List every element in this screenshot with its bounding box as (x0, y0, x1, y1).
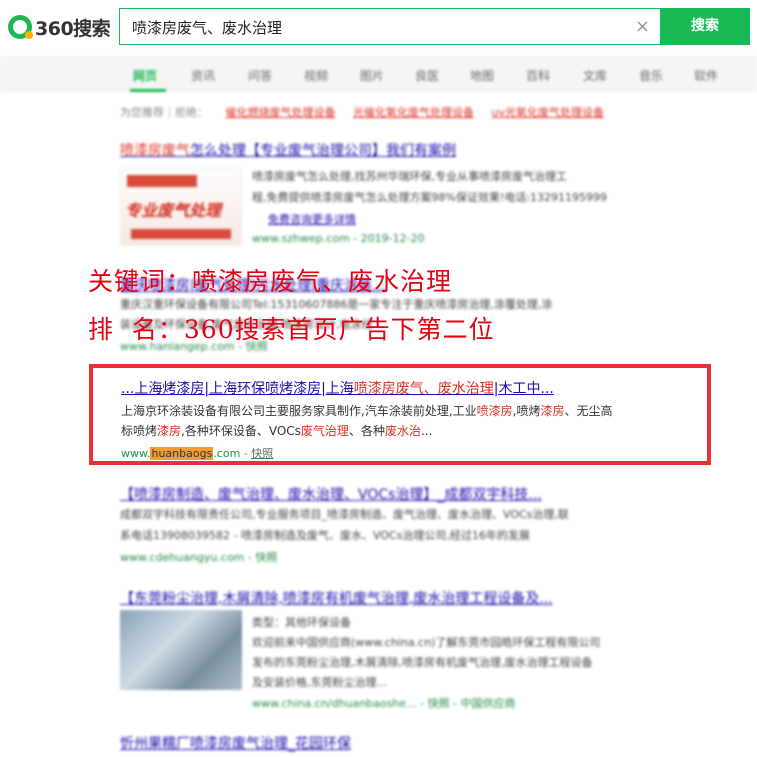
result-title[interactable]: 【喷漆房制造、废气治理、废水治理、VOCs治理】_成都双宇科技... (120, 484, 542, 504)
tab-map[interactable]: 地图 (470, 67, 494, 84)
tab-web[interactable]: 网页 (133, 67, 157, 84)
snippet-highlight: 漆房 (540, 404, 565, 418)
highlighted-result-title[interactable]: ...上海烤漆房|上海环保喷烤漆房|上海喷漆房废气、废水治理|木工中... (121, 378, 554, 398)
active-tab-indicator (130, 89, 166, 92)
search-results-page: 360搜索 喷漆房废气、废水治理 × 搜索 网页 资讯 问答 视频 图片 良医 … (0, 0, 757, 757)
snippet-text: ,喷烤 (512, 404, 541, 418)
tab-music[interactable]: 音乐 (639, 67, 663, 84)
result-title-highlight: 喷漆房废气 (120, 143, 190, 159)
highlighted-result-url[interactable]: www.huanbaogs.com - 快照 (121, 445, 273, 461)
snippet-highlight: 废水治 (384, 424, 421, 438)
tab-images[interactable]: 图片 (360, 67, 384, 84)
snippet-text: ... (420, 424, 433, 438)
result-snippet: 及安装价格,东莞粉尘治理... (252, 676, 387, 689)
clear-icon[interactable]: × (635, 16, 650, 37)
logo-icon (8, 15, 33, 39)
search-button[interactable]: 搜索 (660, 8, 750, 45)
result-url[interactable]: www.szhwep.com - 2019-12-20 (252, 232, 425, 245)
ad-image[interactable]: 专业废气处理 (120, 168, 242, 246)
snippet-text: ,各种环保设备、VOCs (181, 424, 301, 438)
snippet-text: 、各种 (348, 424, 385, 438)
url-separator: - (240, 447, 252, 460)
snippet-text: 标喷烤 (121, 424, 158, 438)
result-thumbnail[interactable] (120, 610, 242, 690)
search-input[interactable]: 喷漆房废气、废水治理 × (119, 8, 660, 45)
snippet-highlight: 漆房 (157, 424, 182, 438)
result-title[interactable]: 【东莞粉尘治理,木屑清除,喷漆房有机废气治理,废水治理工程设备及... (120, 588, 553, 608)
result-snippet: 发布的东莞粉尘治理,木屑清除,喷漆房有机废气治理,废水治理工程设备 (252, 656, 593, 669)
result-url[interactable]: www.cdehuangyu.com - 快照 (120, 549, 277, 565)
suggestion-link[interactable]: 光催化氧化废气处理设备 (353, 106, 474, 119)
header: 360搜索 喷漆房废气、废水治理 × 搜索 (0, 0, 757, 56)
title-text: |木工中... (493, 381, 554, 397)
tab-baike[interactable]: 百科 (526, 67, 550, 84)
ad-image-text: 专业废气处理 (125, 201, 222, 220)
tab-wenku[interactable]: 文库 (583, 67, 607, 84)
nav-tabs: 网页 资讯 问答 视频 图片 良医 地图 百科 文库 音乐 软件 (0, 56, 757, 92)
result-snippet: 程,免费提供喷漆房废气怎么处理方案98%保证效果!电话:13291195999 (252, 191, 608, 204)
result-url[interactable]: www.china.cn/dhuanbaoshe... - 快照 - 中国供应商 (252, 695, 515, 711)
highlighted-result-snippet: 上海京环涂装设备有限公司主要服务家具制作,汽车涂装前处理,工业喷漆房,喷烤漆房、… (121, 401, 666, 421)
suggestion-link[interactable]: uv光氧化废气处理设备 (492, 106, 604, 119)
result-snippet: 类型：其他环保设备 (252, 616, 351, 629)
result-title-text: 怎么处理【专业废气治理公司】我们有案例 (190, 143, 456, 159)
url-text: .com (213, 447, 241, 460)
ad-image-bar (131, 229, 231, 239)
snippet-text: 上海京环涂装设备有限公司主要服务家具制作,汽车涂装前处理,工业 (121, 404, 477, 418)
search-query[interactable]: 喷漆房废气、废水治理 (132, 17, 282, 38)
tab-news[interactable]: 资讯 (191, 67, 215, 84)
logo[interactable]: 360搜索 (8, 12, 111, 42)
result-sublink[interactable]: 免费咨询更多详情 (268, 211, 356, 227)
snapshot-link[interactable]: 快照 (251, 447, 273, 460)
tab-video[interactable]: 视频 (304, 67, 328, 84)
snippet-highlight: 喷漆房 (476, 404, 513, 418)
result-snippet: 欢迎前来中国供应商(www.china.cn)了解东莞市园皓环保工程有限公司 (252, 636, 601, 649)
highlighted-result: ...上海烤漆房|上海环保喷烤漆房|上海喷漆房废气、废水治理|木工中... 上海… (89, 364, 711, 465)
rank-annotation: 排 名：360搜索首页广告下第二位 (88, 315, 495, 344)
tab-qa[interactable]: 问答 (248, 67, 272, 84)
title-highlight: 喷漆房废气、废水治理 (353, 381, 494, 397)
suggestion-label: 为您推荐｜拒绝： (120, 106, 208, 119)
tab-software[interactable]: 软件 (694, 67, 718, 84)
suggestion-link[interactable]: 催化燃烧废气处理设备 (226, 106, 336, 119)
snippet-highlight: 废气治理 (300, 424, 349, 438)
highlighted-result-snippet: 标喷烤漆房,各种环保设备、VOCs废气治理、各种废水治... (121, 421, 666, 441)
result-title[interactable]: 忻州果糯厂喷漆房废气治理_花园环保 (120, 733, 351, 753)
result-title[interactable]: 喷漆房废气怎么处理【专业废气治理公司】我们有案例 (120, 140, 456, 160)
result-snippet: 系电话13908039582 - 喷漆房制造及废气、废水、VOCs治理公司,经过… (120, 529, 530, 542)
url-text: www. (121, 447, 151, 460)
result-snippet: 成都双宇科技有限责任公司,专业服务项目_喷漆房制造、废气治理、废水治理、VOCs… (120, 508, 569, 521)
snippet-text: 、无尘高 (564, 404, 613, 418)
tab-health[interactable]: 良医 (415, 67, 439, 84)
logo-text: 360搜索 (35, 17, 111, 40)
keyword-annotation: 关键词：喷漆房废气、废水治理 (88, 267, 453, 296)
result-snippet: 喷漆房废气怎么处理,找苏州华瑞环保,专业从事喷漆房废气治理工 (252, 170, 567, 183)
ad-image-banner (127, 175, 197, 187)
suggestion-row: 为您推荐｜拒绝： 催化燃烧废气处理设备 光催化氧化废气处理设备 uv光氧化废气处… (120, 104, 604, 120)
title-text: ...上海烤漆房|上海环保喷烤漆房|上海 (121, 381, 354, 397)
url-highlight: huanbaogs (150, 447, 214, 460)
